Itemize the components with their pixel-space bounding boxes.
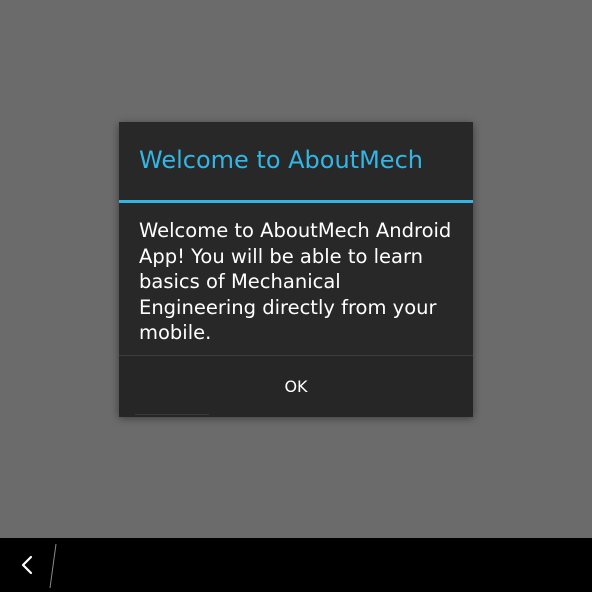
welcome-dialog: Welcome to AboutMech Welcome to AboutMec… [119, 122, 473, 417]
dialog-message: Welcome to AboutMech Android App! You wi… [139, 219, 452, 344]
navigation-bar [0, 538, 592, 592]
back-chevron-icon[interactable] [14, 551, 42, 579]
screen: Welcome to AboutMech Welcome to AboutMec… [0, 0, 592, 592]
title-divider [119, 200, 473, 203]
button-underline [135, 414, 209, 415]
dialog-title: Welcome to AboutMech [139, 146, 423, 174]
dialog-button-bar: OK [119, 355, 473, 417]
ok-button[interactable]: OK [119, 356, 473, 417]
nav-divider [48, 542, 58, 590]
